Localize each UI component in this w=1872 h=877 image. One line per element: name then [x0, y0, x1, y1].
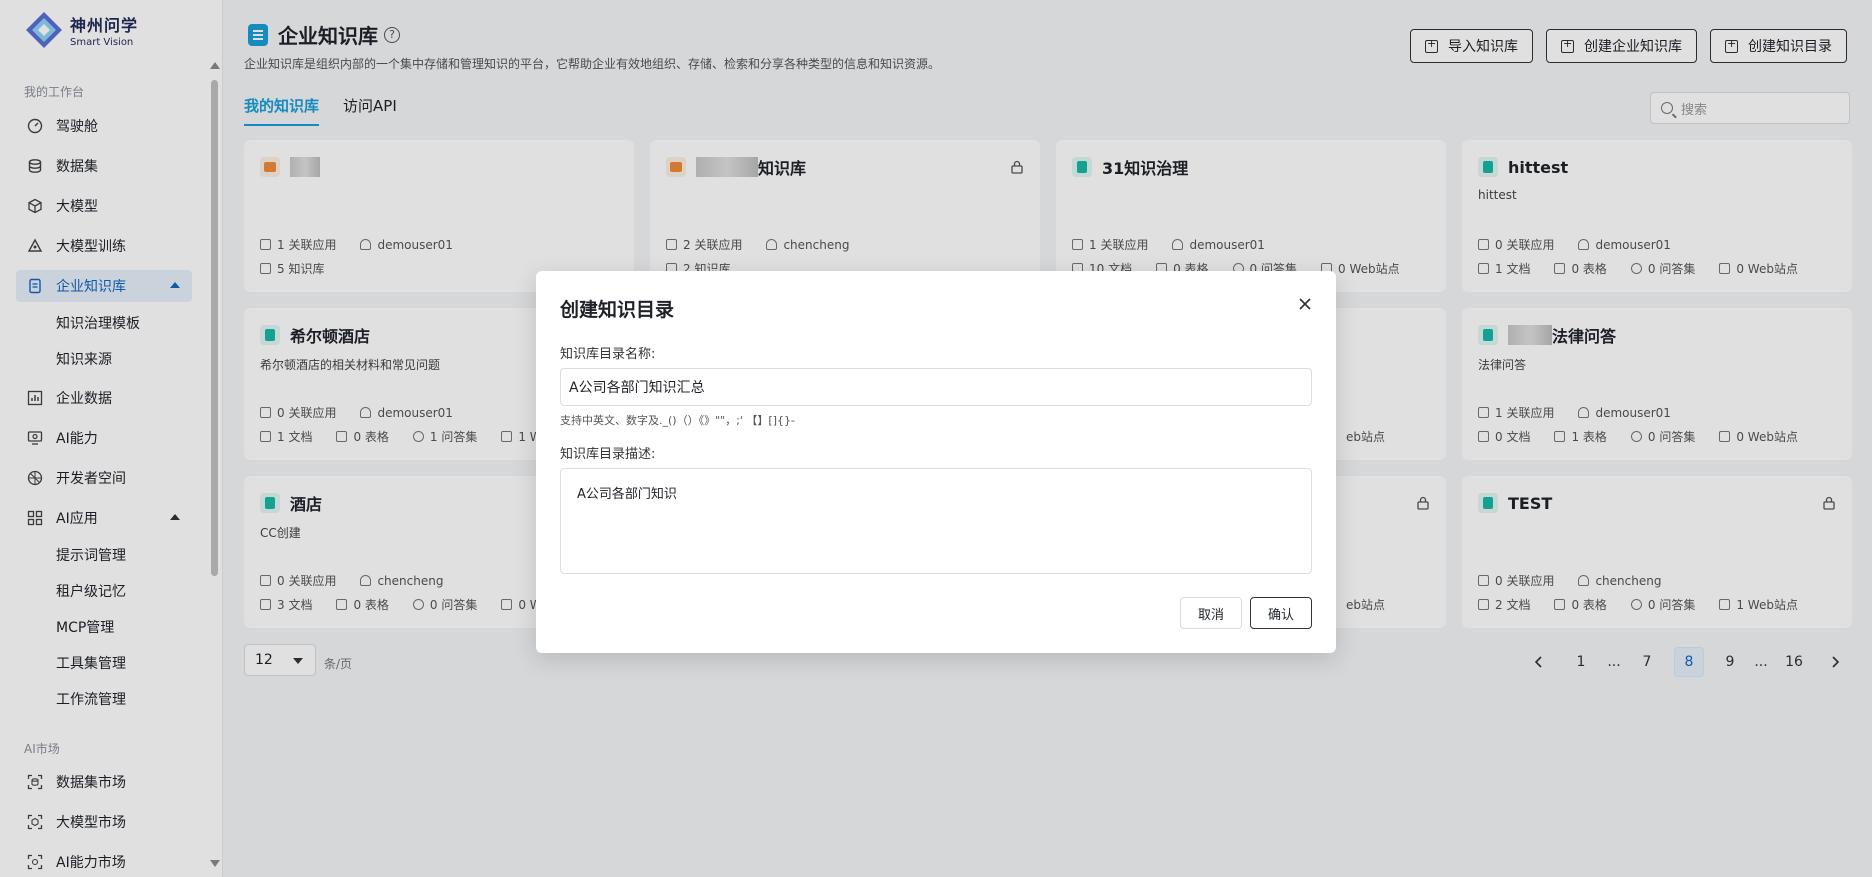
name-label: 知识库目录名称: — [560, 347, 656, 362]
dialog-title: 创建知识目录 — [560, 299, 675, 321]
directory-description-textarea[interactable]: A公司各部门知识 — [560, 468, 1312, 574]
cancel-button[interactable]: 取消 — [1180, 597, 1242, 629]
confirm-button[interactable]: 确认 — [1250, 597, 1312, 629]
name-hint: 支持中英文、数字及._()（）《》""，;' 【】[]{}- — [560, 414, 795, 427]
directory-name-input[interactable] — [560, 368, 1312, 406]
close-icon[interactable] — [1296, 295, 1314, 313]
create-directory-dialog: 创建知识目录 知识库目录名称: 支持中英文、数字及._()（）《》""，;' 【… — [536, 271, 1336, 653]
description-label: 知识库目录描述: — [560, 447, 656, 462]
